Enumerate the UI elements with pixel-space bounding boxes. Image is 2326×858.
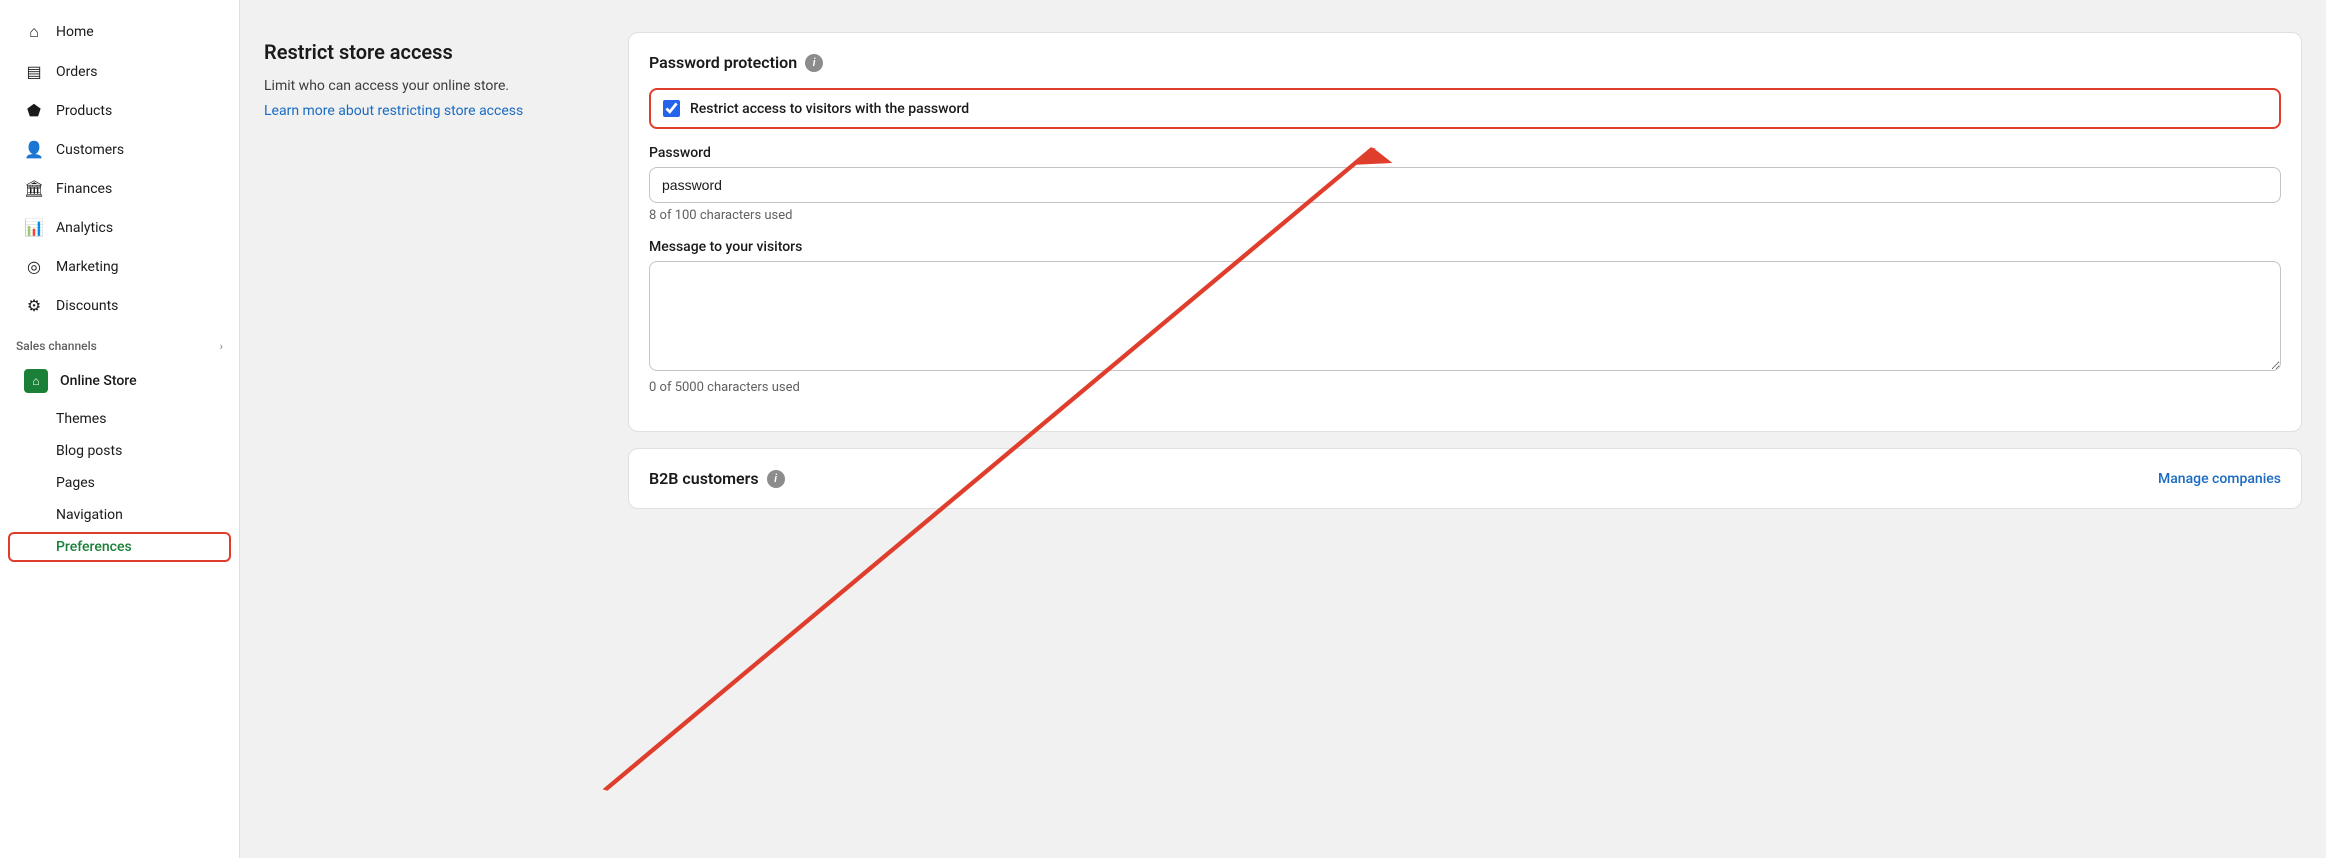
b2b-title-text: B2B customers — [649, 469, 759, 488]
sidebar-item-products[interactable]: ⬟ Products — [8, 92, 231, 129]
b2b-customers-card: B2B customers i Manage companies — [628, 448, 2302, 509]
b2b-card-header: B2B customers i Manage companies — [649, 469, 2281, 488]
password-protection-info-icon[interactable]: i — [805, 54, 823, 72]
sidebar-label-marketing: Marketing — [56, 259, 119, 275]
sidebar-item-blog-posts[interactable]: Blog posts — [8, 436, 231, 466]
sidebar-item-customers[interactable]: 👤 Customers — [8, 131, 231, 168]
chevron-right-icon: › — [220, 340, 223, 353]
sidebar-item-themes[interactable]: Themes — [8, 404, 231, 434]
sidebar-label-orders: Orders — [56, 64, 98, 80]
sales-channels-label: Sales channels — [16, 339, 97, 353]
finances-icon: 🏛 — [24, 179, 44, 198]
sidebar-label-preferences: Preferences — [56, 539, 132, 555]
restrict-access-label: Restrict access to visitors with the pas… — [690, 101, 969, 117]
orders-icon: ▤ — [24, 62, 44, 81]
password-protection-card-title: Password protection i — [649, 53, 2281, 72]
sidebar-item-navigation[interactable]: Navigation — [8, 500, 231, 530]
password-input[interactable] — [649, 167, 2281, 203]
sidebar-item-analytics[interactable]: 📊 Analytics — [8, 209, 231, 246]
sidebar-label-online-store: Online Store — [60, 373, 137, 389]
sidebar-label-customers: Customers — [56, 142, 124, 158]
sidebar-item-marketing[interactable]: ◎ Marketing — [8, 248, 231, 285]
main-content: Restrict store access Limit who can acce… — [240, 0, 2326, 858]
discounts-icon: ⚙ — [24, 296, 44, 315]
sidebar-item-online-store[interactable]: ⌂ Online Store — [8, 360, 231, 402]
analytics-icon: 📊 — [24, 218, 44, 237]
sidebar-label-themes: Themes — [56, 411, 106, 427]
sidebar-item-finances[interactable]: 🏛 Finances — [8, 170, 231, 207]
password-char-count: 8 of 100 characters used — [649, 208, 2281, 223]
sidebar-label-analytics: Analytics — [56, 220, 113, 236]
sidebar-item-preferences[interactable]: Preferences — [8, 532, 231, 562]
message-char-count: 0 of 5000 characters used — [649, 380, 2281, 395]
password-field-label: Password — [649, 145, 2281, 161]
home-icon: ⌂ — [24, 22, 44, 42]
sidebar-label-finances: Finances — [56, 181, 112, 197]
sidebar-item-discounts[interactable]: ⚙ Discounts — [8, 287, 231, 324]
sidebar: ⌂ Home ▤ Orders ⬟ Products 👤 Customers 🏛… — [0, 0, 240, 858]
sidebar-label-navigation: Navigation — [56, 507, 123, 523]
online-store-icon: ⌂ — [24, 369, 48, 393]
sidebar-label-products: Products — [56, 103, 112, 119]
restrict-store-access-panel: Restrict store access Limit who can acce… — [264, 32, 604, 826]
sidebar-label-discounts: Discounts — [56, 298, 118, 314]
marketing-icon: ◎ — [24, 257, 44, 276]
b2b-card-title: B2B customers i — [649, 469, 785, 488]
password-protection-title-text: Password protection — [649, 53, 797, 72]
sales-channels-section[interactable]: Sales channels › — [0, 325, 239, 359]
sidebar-item-pages[interactable]: Pages — [8, 468, 231, 498]
restrict-access-checkbox[interactable] — [663, 100, 680, 117]
restrict-store-access-title: Restrict store access — [264, 40, 604, 64]
products-icon: ⬟ — [24, 101, 44, 120]
sidebar-label-pages: Pages — [56, 475, 95, 491]
sidebar-label-blog-posts: Blog posts — [56, 443, 122, 459]
right-panel: Password protection i Restrict access to… — [628, 32, 2302, 826]
sidebar-label-home: Home — [56, 24, 94, 40]
restrict-store-access-description: Limit who can access your online store. — [264, 76, 604, 97]
manage-companies-link[interactable]: Manage companies — [2158, 471, 2281, 487]
learn-more-link[interactable]: Learn more about restricting store acces… — [264, 103, 523, 119]
b2b-info-icon[interactable]: i — [767, 470, 785, 488]
sidebar-item-orders[interactable]: ▤ Orders — [8, 53, 231, 90]
message-textarea[interactable] — [649, 261, 2281, 371]
password-protection-card: Password protection i Restrict access to… — [628, 32, 2302, 432]
customers-icon: 👤 — [24, 140, 44, 159]
sidebar-item-home[interactable]: ⌂ Home — [8, 13, 231, 51]
message-field-label: Message to your visitors — [649, 239, 2281, 255]
restrict-access-checkbox-row: Restrict access to visitors with the pas… — [649, 88, 2281, 129]
